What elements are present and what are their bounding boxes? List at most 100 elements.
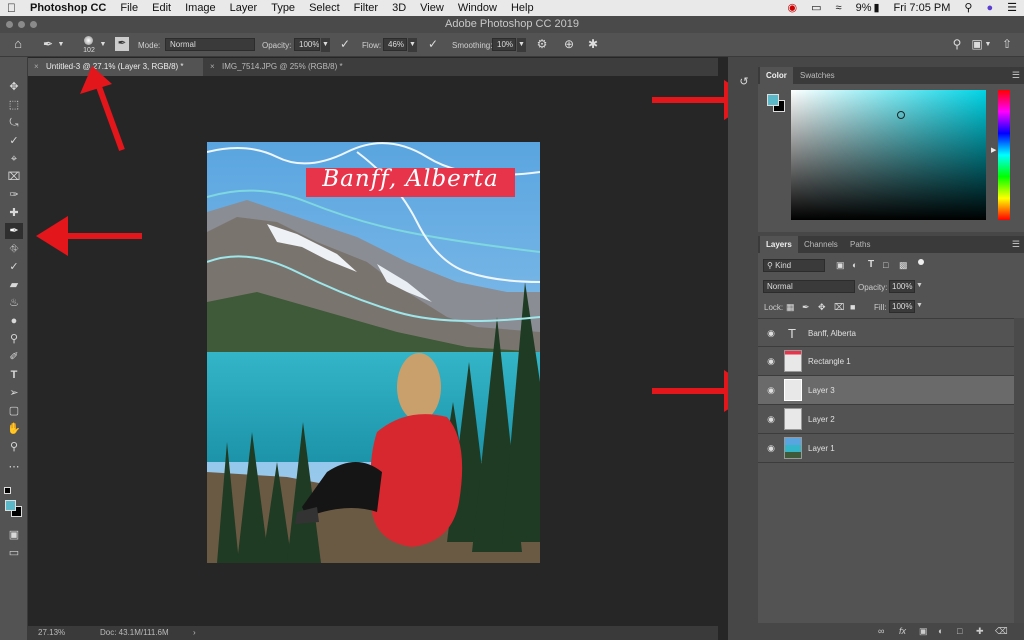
spotlight-icon[interactable]: ⚲: [957, 0, 979, 16]
battery-percent[interactable]: 9%: [849, 0, 874, 16]
filter-smart-object-icon[interactable]: ▩: [899, 260, 908, 271]
flow-input[interactable]: 46%: [383, 38, 407, 51]
dodge-tool-icon[interactable]: ⚲: [5, 331, 23, 347]
menu-edit[interactable]: Edit: [145, 0, 178, 16]
document-canvas[interactable]: Banff, Alberta: [207, 142, 540, 563]
layer-row-rectangle-1[interactable]: ◉ Rectangle 1: [758, 347, 1014, 376]
panel-menu-icon[interactable]: ☰: [1012, 70, 1020, 81]
history-panel-icon[interactable]: ↺: [737, 75, 751, 89]
layer-row-banff-alberta[interactable]: ◉ T Banff, Alberta: [758, 318, 1014, 347]
marquee-tool-icon[interactable]: ⬚: [5, 97, 23, 113]
tab-layers[interactable]: Layers: [760, 236, 798, 253]
more-tools-icon[interactable]: ⋯: [5, 459, 23, 475]
brush-preset-icon[interactable]: ✒: [40, 37, 56, 51]
app-menu[interactable]: Photoshop CC: [23, 0, 113, 16]
clone-stamp-tool-icon[interactable]: ⛗: [5, 241, 23, 257]
fx-icon[interactable]: fx: [899, 626, 906, 636]
lock-position-icon[interactable]: ✥: [818, 302, 826, 313]
notification-center-icon[interactable]: ☰: [1000, 0, 1024, 16]
quick-mask-icon[interactable]: ▣: [5, 527, 23, 543]
chevron-down-icon[interactable]: ▼: [57, 38, 65, 52]
fill-input[interactable]: 100%: [889, 300, 915, 313]
creative-cloud-icon[interactable]: ◉: [781, 0, 805, 16]
layer-row-layer-3[interactable]: ◉ Layer 3: [758, 376, 1014, 405]
default-colors-icon[interactable]: [4, 487, 11, 494]
opacity-input[interactable]: 100%: [294, 38, 320, 51]
layer-name[interactable]: Layer 1: [808, 444, 835, 453]
type-tool-icon[interactable]: T: [5, 367, 23, 383]
panel-fg-swatch[interactable]: [767, 94, 779, 106]
filter-pixel-icon[interactable]: ▣: [836, 260, 845, 271]
blend-mode-select[interactable]: Normal: [763, 280, 855, 293]
workspace-icon[interactable]: ▣: [970, 37, 984, 51]
chevron-right-icon[interactable]: ›: [193, 626, 196, 640]
paint-bucket-tool-icon[interactable]: ♨: [5, 295, 23, 311]
layer-name[interactable]: Banff, Alberta: [808, 329, 856, 338]
lock-all-icon[interactable]: ■: [850, 302, 855, 312]
zoom-window-button[interactable]: [30, 21, 37, 28]
filter-toggle-icon[interactable]: [918, 259, 924, 265]
apple-icon[interactable]: : [0, 0, 23, 16]
minimize-window-button[interactable]: [18, 21, 25, 28]
mode-select[interactable]: Normal: [165, 38, 255, 51]
chevron-down-icon[interactable]: ▼: [916, 282, 923, 289]
close-window-button[interactable]: [6, 21, 13, 28]
move-tool-icon[interactable]: ✥: [5, 79, 23, 95]
foreground-color-swatch[interactable]: [5, 500, 16, 511]
tab-img-7514[interactable]: × IMG_7514.JPG @ 25% (RGB/8) *: [204, 58, 364, 76]
chevron-down-icon[interactable]: ▼: [517, 38, 526, 52]
color-picker-cursor[interactable]: [897, 111, 905, 119]
visibility-eye-icon[interactable]: ◉: [766, 328, 776, 338]
chevron-down-icon[interactable]: ▼: [321, 38, 330, 52]
chevron-down-icon[interactable]: ▼: [99, 38, 107, 52]
history-brush-tool-icon[interactable]: ✓: [5, 259, 23, 275]
adjustment-layer-icon[interactable]: ◐: [938, 626, 943, 636]
delete-layer-icon[interactable]: ⌫: [995, 626, 1008, 637]
lock-image-icon[interactable]: ✒: [802, 302, 810, 313]
layer-row-layer-1[interactable]: ◉ Layer 1: [758, 434, 1014, 463]
add-mask-icon[interactable]: ▣: [919, 626, 928, 637]
layer-name[interactable]: Rectangle 1: [808, 357, 851, 366]
battery-icon[interactable]: ▮: [873, 0, 886, 16]
layer-opacity-input[interactable]: 100%: [889, 280, 915, 293]
chevron-down-icon[interactable]: ▼: [408, 38, 417, 52]
link-layers-icon[interactable]: ∞: [878, 626, 884, 636]
eyedropper-tool-icon[interactable]: ✑: [5, 187, 23, 203]
menu-image[interactable]: Image: [178, 0, 223, 16]
menu-filter[interactable]: Filter: [347, 0, 385, 16]
layer-name[interactable]: Layer 2: [808, 415, 835, 424]
airbrush-icon[interactable]: ✓: [425, 37, 441, 51]
layer-name[interactable]: Layer 3: [808, 386, 835, 395]
menu-file[interactable]: File: [113, 0, 145, 16]
zoom-tool-icon[interactable]: ⚲: [5, 439, 23, 455]
brush-settings-icon[interactable]: ✒: [115, 37, 129, 51]
lock-transparent-icon[interactable]: ▦: [786, 302, 795, 313]
share-icon[interactable]: ⇧: [1000, 37, 1014, 51]
close-tab-icon[interactable]: ×: [210, 58, 215, 76]
new-layer-icon[interactable]: ✚: [976, 626, 984, 637]
home-icon[interactable]: ⌂: [10, 37, 26, 51]
menu-help[interactable]: Help: [504, 0, 541, 16]
wifi-icon[interactable]: ≈: [829, 0, 849, 16]
path-selection-tool-icon[interactable]: ➢: [5, 385, 23, 401]
kind-filter[interactable]: ⚲ Kind: [763, 259, 825, 272]
healing-brush-tool-icon[interactable]: ✚: [5, 205, 23, 221]
close-tab-icon[interactable]: ×: [34, 58, 39, 76]
menu-window[interactable]: Window: [451, 0, 504, 16]
pressure-opacity-icon[interactable]: ✓: [338, 37, 352, 51]
zoom-level[interactable]: 27.13%: [38, 626, 65, 640]
visibility-eye-icon[interactable]: ◉: [766, 414, 776, 424]
smoothing-options-gear-icon[interactable]: ⚙: [535, 37, 549, 51]
visibility-eye-icon[interactable]: ◉: [766, 443, 776, 453]
new-group-icon[interactable]: □: [957, 626, 962, 636]
chevron-down-icon[interactable]: ▼: [984, 38, 992, 52]
clock[interactable]: Fri 7:05 PM: [887, 0, 958, 16]
menu-type[interactable]: Type: [264, 0, 302, 16]
lasso-tool-icon[interactable]: ⤿: [5, 115, 23, 131]
lock-artboard-icon[interactable]: ⌧: [834, 302, 844, 313]
layers-scrollbar[interactable]: [1014, 318, 1024, 626]
filter-adjustment-icon[interactable]: ◐: [852, 260, 857, 270]
eraser-tool-icon[interactable]: ▰: [5, 277, 23, 293]
color-field[interactable]: [791, 90, 986, 220]
visibility-eye-icon[interactable]: ◉: [766, 385, 776, 395]
